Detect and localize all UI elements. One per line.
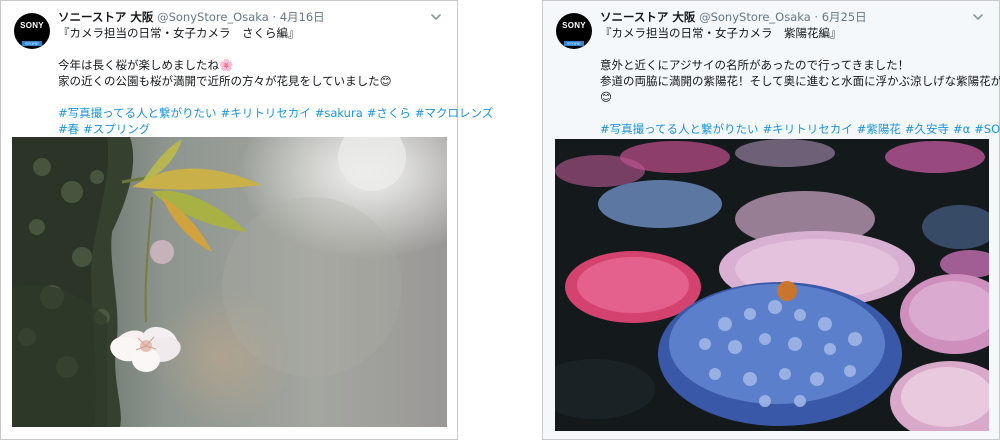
- header-separator: ·: [814, 10, 819, 24]
- hashtag-link[interactable]: #春: [58, 122, 79, 136]
- avatar-logo-text: SONY: [562, 21, 586, 30]
- avatar-logo-subtext: STORE: [22, 41, 42, 46]
- tweet-line: 意外と近くにアジサイの名所があったので行ってきました！: [600, 58, 910, 72]
- account-name[interactable]: ソニーストア 大阪: [58, 10, 153, 24]
- hashtag-link[interactable]: #キリトリセカイ: [221, 106, 311, 120]
- tweet-line: 今年は長く桜が楽しめましたね🌸: [58, 58, 234, 72]
- hashtag-link[interactable]: #写真撮ってる人と繋がりたい: [600, 122, 759, 136]
- tweet-card-sakura[interactable]: SONY STORE ソニーストア 大阪 @SonyStore_Osaka · …: [0, 0, 493, 440]
- account-name[interactable]: ソニーストア 大阪: [600, 10, 695, 24]
- chevron-down-icon[interactable]: [972, 11, 984, 23]
- avatar[interactable]: SONY STORE: [556, 13, 592, 49]
- tweet-text: 『カメラ担当の日常・女子カメラ 紫陽花編』 意外と近くにアジサイの名所があったの…: [600, 25, 1000, 137]
- tweet-header: ソニーストア 大阪 @SonyStore_Osaka · 6月25日: [600, 9, 969, 25]
- cherry-blossom-photo[interactable]: [12, 137, 447, 427]
- tweet-line: 参道の両脇に満開の紫陽花！そして奥に進むと水面に浮かぶ涼しげな紫陽花が: [600, 74, 1000, 88]
- chevron-down-icon[interactable]: [430, 11, 442, 23]
- hashtag-link[interactable]: #SONY: [974, 122, 1000, 136]
- hydrangea-photo[interactable]: [555, 139, 989, 431]
- header-separator: ·: [272, 10, 277, 24]
- avatar-logo-subtext: STORE: [564, 41, 584, 46]
- hashtag-link[interactable]: #さくら: [367, 106, 411, 120]
- tweet-card-hydrangea[interactable]: SONY STORE ソニーストア 大阪 @SonyStore_Osaka · …: [542, 0, 1000, 440]
- tweet-line: 😊: [600, 90, 612, 104]
- avatar-logo-text: SONY: [20, 21, 44, 30]
- hashtag-link[interactable]: #マクロレンズ: [415, 106, 493, 120]
- hashtag-row: #写真撮ってる人と繋がりたい #キリトリセカイ #紫陽花 #久安寺 #α #SONY: [600, 121, 1000, 137]
- account-handle[interactable]: @SonyStore_Osaka: [699, 10, 811, 24]
- hashtag-link[interactable]: #スプリング: [83, 122, 150, 136]
- hashtag-link[interactable]: #sakura: [315, 106, 363, 120]
- hashtag-link[interactable]: #キリトリセカイ: [763, 122, 853, 136]
- tweet-date[interactable]: 4月16日: [280, 10, 325, 24]
- tweet-text: 『カメラ担当の日常・女子カメラ さくら編』 今年は長く桜が楽しめましたね🌸 家の…: [58, 25, 493, 137]
- tweet-line: 『カメラ担当の日常・女子カメラ さくら編』: [58, 26, 300, 40]
- hashtag-link[interactable]: #α: [953, 122, 970, 136]
- hashtag-row: #写真撮ってる人と繋がりたい #キリトリセカイ #sakura #さくら #マクロレンズ: [58, 105, 493, 121]
- hashtag-link[interactable]: #久安寺: [905, 122, 949, 136]
- hashtag-link[interactable]: #写真撮ってる人と繋がりたい: [58, 106, 217, 120]
- tweet-line: 家の近くの公園も桜が満開で近所の方々が花見をしていました😊: [58, 74, 392, 88]
- hashtag-row: #春 #スプリング: [58, 121, 447, 137]
- account-handle[interactable]: @SonyStore_Osaka: [157, 10, 269, 24]
- tweet-date[interactable]: 6月25日: [822, 10, 867, 24]
- hashtag-link[interactable]: #紫陽花: [857, 122, 901, 136]
- tweet-header: ソニーストア 大阪 @SonyStore_Osaka · 4月16日: [58, 9, 427, 25]
- tweet-line: 『カメラ担当の日常・女子カメラ 紫陽花編』: [600, 26, 842, 40]
- avatar[interactable]: SONY STORE: [14, 13, 50, 49]
